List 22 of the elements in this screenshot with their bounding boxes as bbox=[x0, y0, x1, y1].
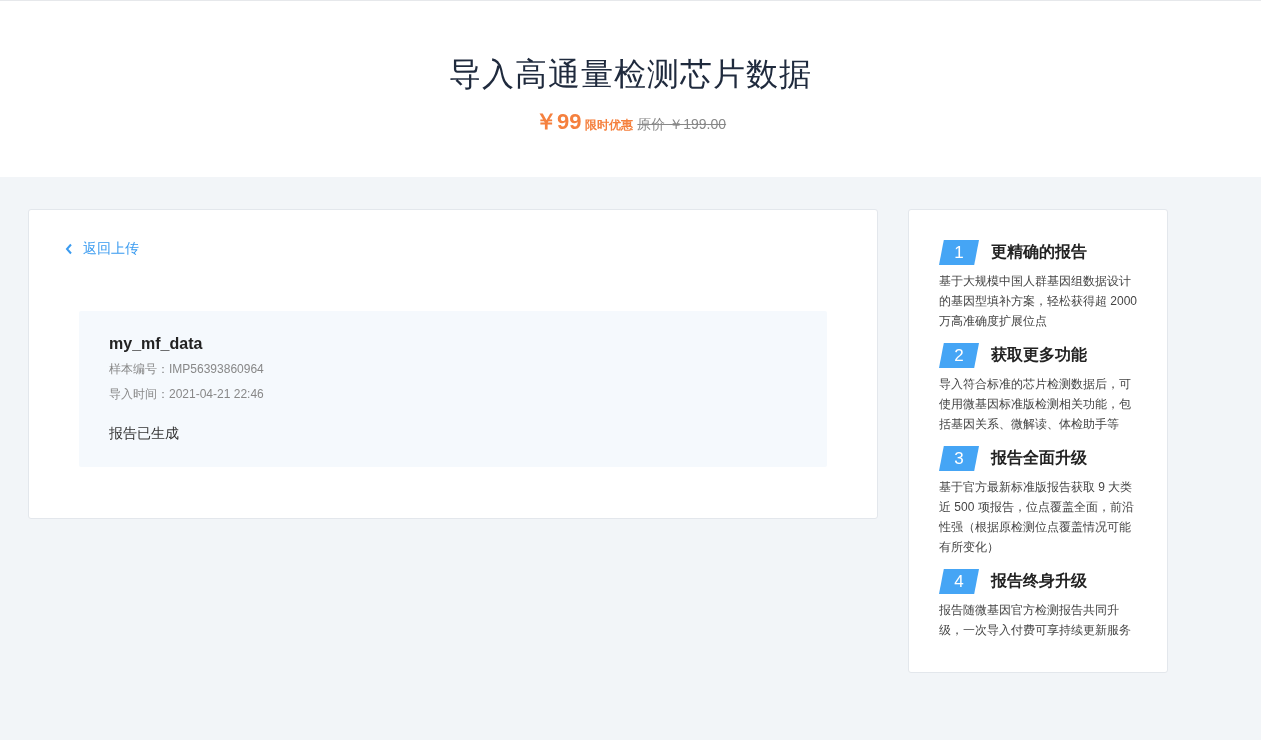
benefit-description: 基于大规模中国人群基因组数据设计的基因型填补方案，轻松获得超 2000 万高准确度扩展位点 bbox=[939, 273, 1139, 330]
page-title: 导入高通量检测芯片数据 bbox=[449, 55, 812, 94]
benefit-title: 报告终身升级 bbox=[991, 571, 1087, 591]
promo-label: 限时优惠 bbox=[585, 117, 634, 134]
original-price: 原价 ￥199.00 bbox=[637, 116, 727, 134]
import-time: 导入时间：2021-04-21 22:46 bbox=[109, 386, 265, 403]
number-badge: 3 bbox=[939, 446, 979, 471]
report-status: 报告已生成 bbox=[109, 425, 180, 443]
number-badge: 2 bbox=[939, 343, 979, 368]
sample-id: 样本编号：IMP56393860964 bbox=[109, 361, 265, 378]
number-badge: 4 bbox=[939, 569, 979, 594]
benefit-title: 更精确的报告 bbox=[991, 242, 1087, 262]
sample-name: my_mf_data bbox=[109, 335, 204, 353]
benefit-title: 报告全面升级 bbox=[991, 448, 1087, 468]
benefit-title: 获取更多功能 bbox=[991, 345, 1087, 365]
back-link[interactable]: 返回上传 bbox=[65, 240, 139, 258]
benefit-description: 报告随微基因官方检测报告共同升级，一次导入付费可享持续更新服务 bbox=[939, 602, 1132, 639]
benefit-description: 基于官方最新标准版报告获取 9 大类近 500 项报告，位点覆盖全面，前沿性强（根据原检测位点覆盖情况可能有所变化） bbox=[939, 479, 1135, 556]
chevron-left-icon bbox=[65, 243, 73, 255]
price: ￥99 bbox=[534, 108, 582, 136]
number-badge: 1 bbox=[939, 240, 979, 265]
benefit-description: 导入符合标准的芯片检测数据后，可使用微基因标准版检测相关功能，包括基因关系、微解读、体检助手等 bbox=[939, 376, 1132, 433]
